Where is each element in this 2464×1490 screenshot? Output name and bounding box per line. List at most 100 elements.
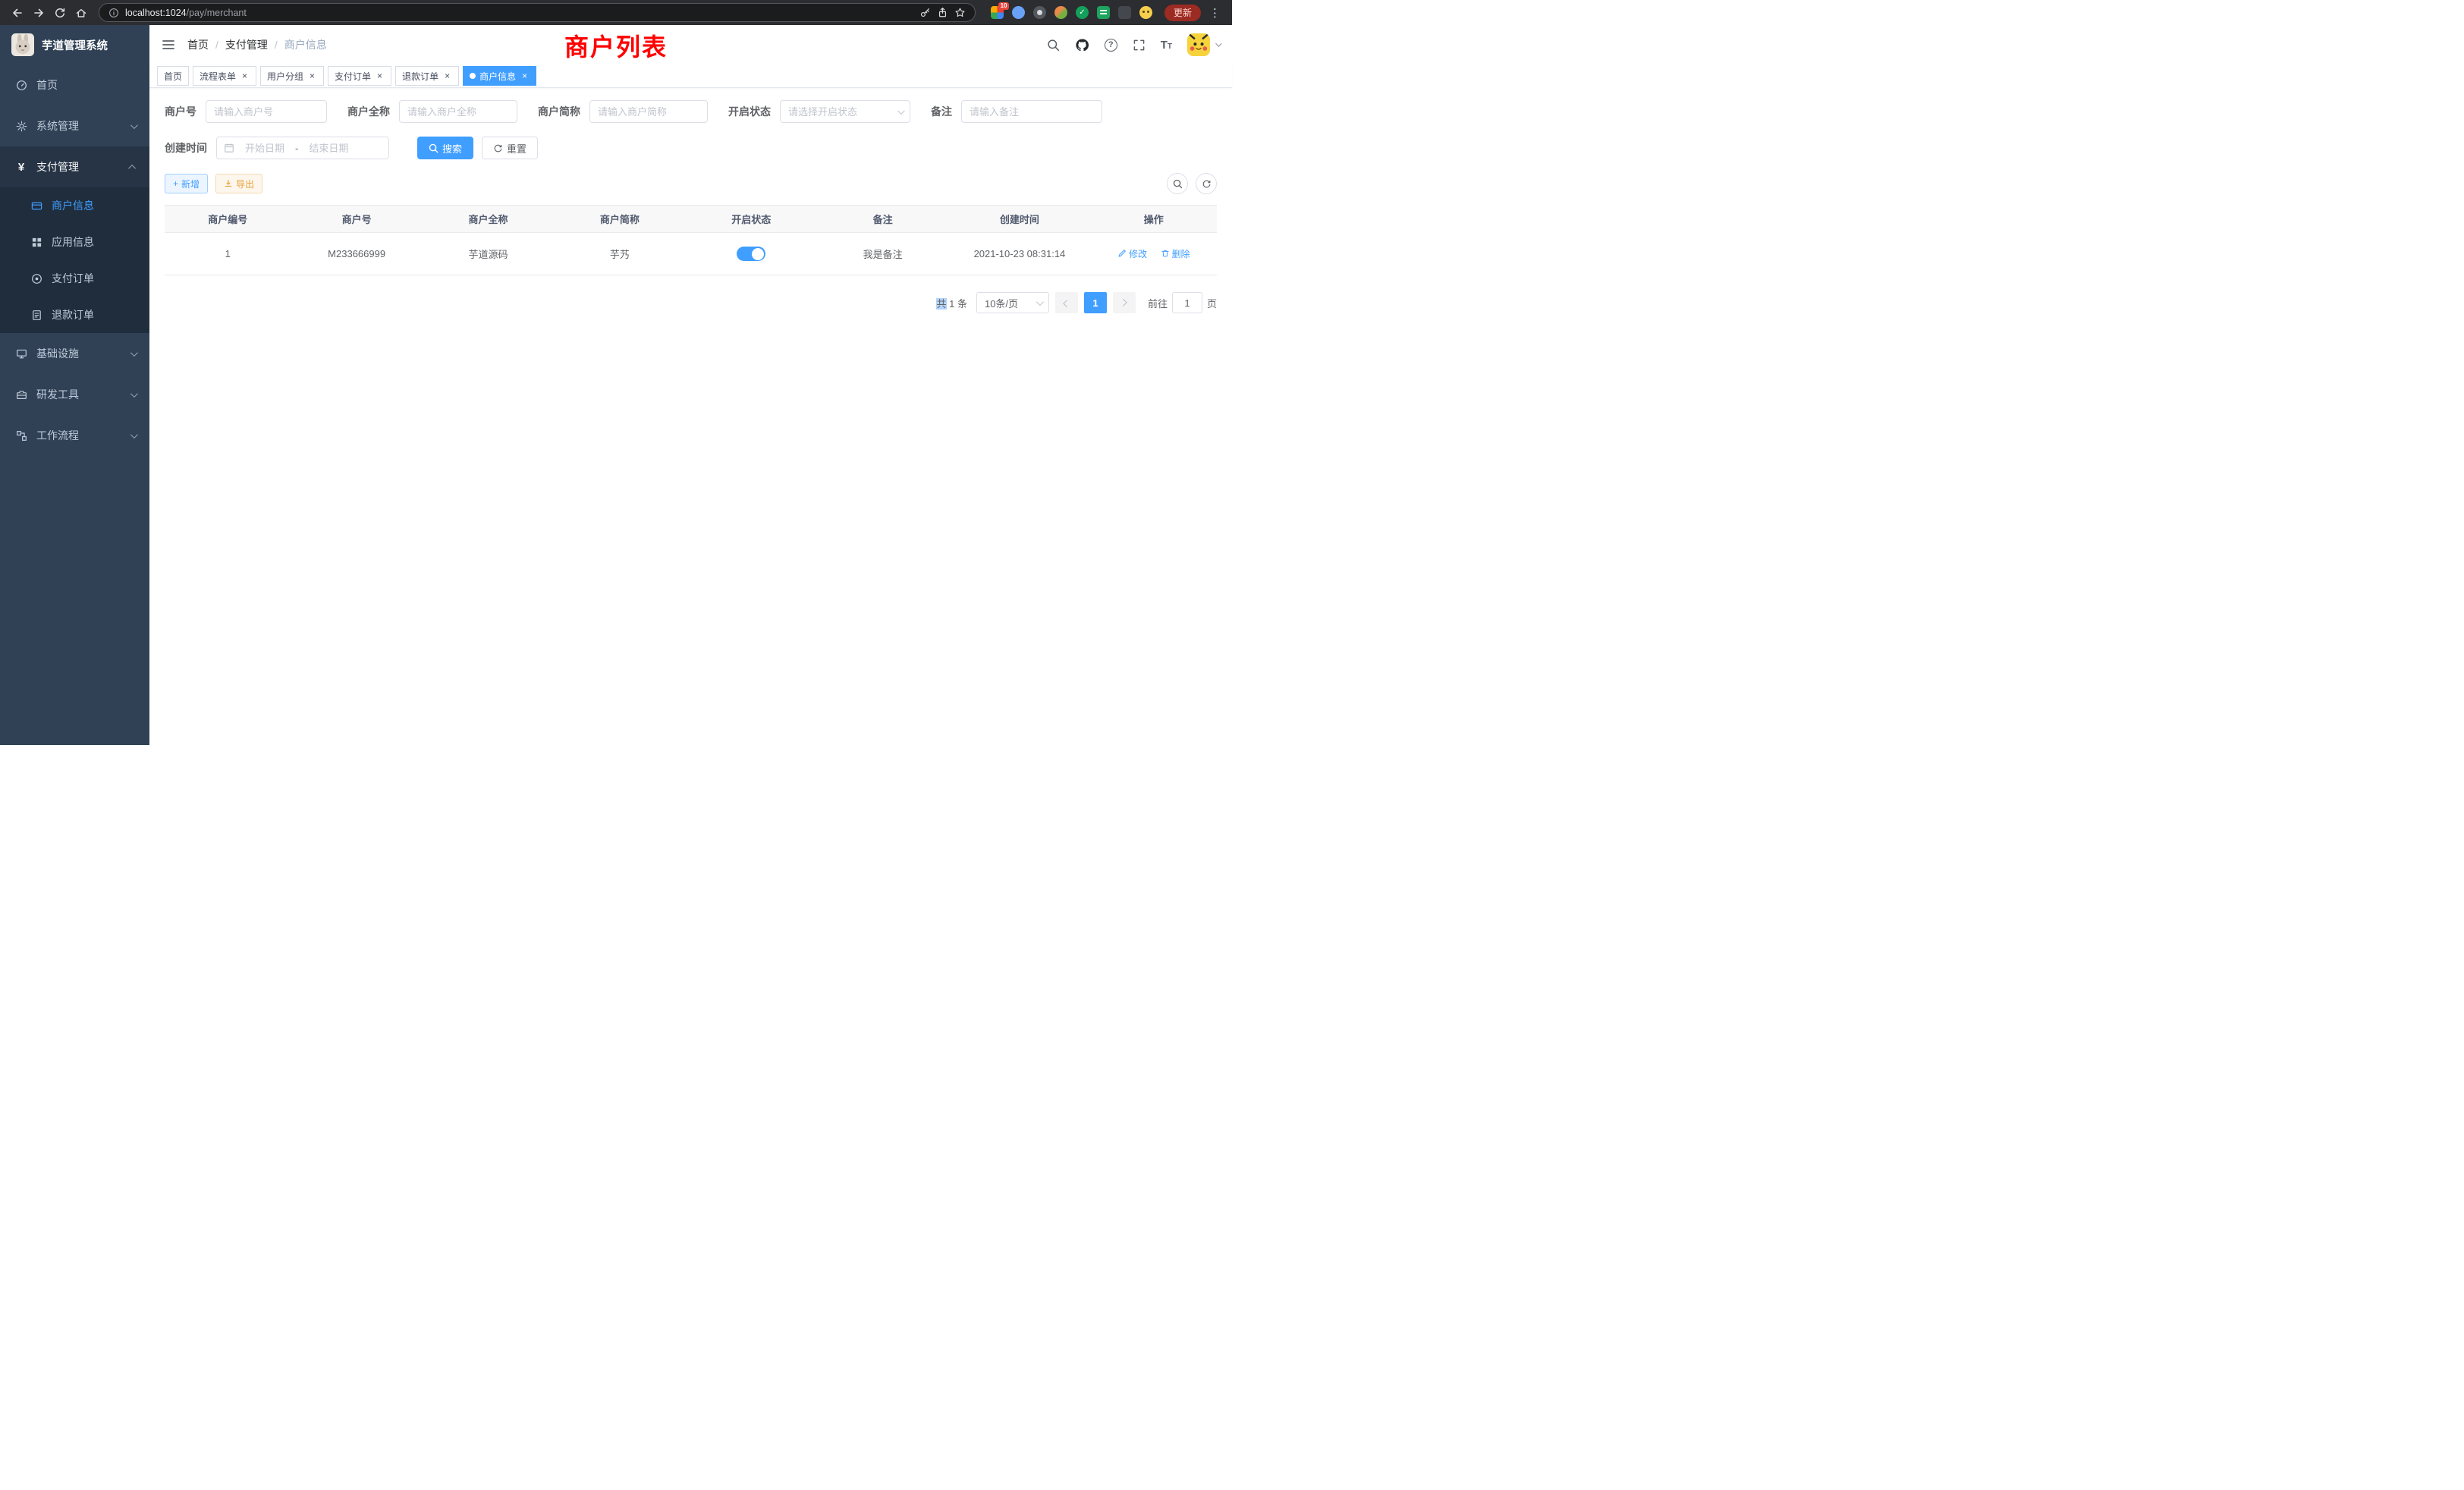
reset-button[interactable]: 重置 <box>482 137 538 159</box>
cell-status <box>686 233 817 275</box>
password-key-icon[interactable] <box>919 7 931 18</box>
remark-input[interactable] <box>961 100 1102 123</box>
cell-create-time: 2021-10-23 08:31:14 <box>948 233 1090 275</box>
user-menu[interactable] <box>1187 33 1220 56</box>
page-number-button[interactable]: 1 <box>1084 292 1107 313</box>
sidebar-item-infrastructure[interactable]: 基础设施 <box>0 333 149 374</box>
share-icon[interactable] <box>937 7 948 18</box>
pagination-total-prefix: 共 <box>936 298 946 310</box>
status-select[interactable] <box>780 100 910 123</box>
extension-check-icon[interactable] <box>1076 6 1089 19</box>
col-header: 商户编号 <box>165 206 291 233</box>
browser-back-button[interactable] <box>8 3 27 23</box>
field-label: 商户号 <box>165 104 196 119</box>
close-icon[interactable]: × <box>442 71 452 81</box>
merchant-name-input[interactable] <box>399 100 517 123</box>
tab-label: 流程表单 <box>200 70 236 83</box>
extension-emoji-icon[interactable] <box>1139 6 1152 19</box>
pencil-icon <box>1117 249 1127 258</box>
site-info-icon[interactable] <box>108 8 119 18</box>
breadcrumb-home[interactable]: 首页 <box>187 37 209 52</box>
search-button[interactable]: 搜索 <box>417 137 473 159</box>
sidebar-item-system[interactable]: 系统管理 <box>0 105 149 146</box>
github-icon[interactable] <box>1075 38 1089 52</box>
breadcrumb-current: 商户信息 <box>284 37 327 52</box>
header-search-icon[interactable] <box>1047 39 1060 52</box>
breadcrumb-separator: / <box>215 39 218 51</box>
next-page-button[interactable] <box>1113 292 1136 313</box>
prev-page-button[interactable] <box>1055 292 1078 313</box>
home-icon <box>75 7 87 19</box>
submenu-item-refund-order[interactable]: 退款订单 <box>0 297 149 333</box>
browser-reload-button[interactable] <box>50 3 70 23</box>
goto-page-input[interactable] <box>1172 292 1202 313</box>
submenu-item-label: 支付订单 <box>52 271 136 286</box>
tab-pay-order[interactable]: 支付订单× <box>328 66 391 86</box>
extension-puzzle-icon[interactable] <box>1118 6 1131 19</box>
merchant-short-name-input[interactable] <box>589 100 708 123</box>
tab-home[interactable]: 首页 <box>157 66 189 86</box>
browser-menu-icon[interactable]: ⋮ <box>1205 6 1224 20</box>
date-range-picker[interactable]: - <box>216 137 389 159</box>
browser-home-button[interactable] <box>71 3 91 23</box>
app-logo[interactable]: 芋道管理系统 <box>0 25 149 64</box>
start-date-input[interactable] <box>237 143 292 154</box>
end-date-input[interactable] <box>301 143 356 154</box>
delete-link[interactable]: 删除 <box>1161 247 1190 260</box>
tab-merchant-info[interactable]: 商户信息× <box>463 66 536 86</box>
submenu-item-pay-order[interactable]: 支付订单 <box>0 260 149 297</box>
submenu-item-merchant-info[interactable]: 商户信息 <box>0 187 149 224</box>
tab-refund-order[interactable]: 退款订单× <box>395 66 459 86</box>
refresh-table-button[interactable] <box>1196 173 1217 194</box>
close-icon[interactable]: × <box>307 71 317 81</box>
status-toggle[interactable] <box>737 247 765 261</box>
caret-down-icon <box>1215 40 1221 46</box>
collapse-sidebar-icon[interactable] <box>162 38 175 52</box>
extension-notes-icon[interactable] <box>1097 6 1110 19</box>
help-icon[interactable]: ? <box>1105 39 1117 52</box>
add-button[interactable]: + 新增 <box>165 174 208 193</box>
cell-short-name: 芋艿 <box>554 233 685 275</box>
extensions-area: 10 <box>991 6 1152 19</box>
cell-merchant-id: 1 <box>165 233 291 275</box>
page-content: 商户号 商户全称 商户简称 开启状态 <box>149 88 1232 745</box>
main-panel: 首页 / 支付管理 / 商户信息 ? <box>149 25 1232 745</box>
col-header: 创建时间 <box>948 206 1090 233</box>
col-header: 备注 <box>817 206 948 233</box>
chevron-down-icon <box>130 349 138 357</box>
extension-drop-icon[interactable] <box>1012 6 1025 19</box>
extension-dark-circle-icon[interactable] <box>1033 6 1046 19</box>
fullscreen-icon[interactable] <box>1133 39 1146 52</box>
goto-suffix: 页 <box>1207 296 1217 310</box>
sidebar-item-payment[interactable]: ¥ 支付管理 <box>0 146 149 187</box>
export-button[interactable]: 导出 <box>215 174 262 193</box>
sidebar-item-home[interactable]: 首页 <box>0 64 149 105</box>
breadcrumb-payment[interactable]: 支付管理 <box>225 37 268 52</box>
close-icon[interactable]: × <box>240 71 250 81</box>
submenu-item-app-info[interactable]: 应用信息 <box>0 224 149 260</box>
merchant-no-input[interactable] <box>206 100 327 123</box>
close-icon[interactable]: × <box>520 71 530 81</box>
edit-link[interactable]: 修改 <box>1117 247 1147 260</box>
tab-process-form[interactable]: 流程表单 × <box>193 66 256 86</box>
chevron-down-icon <box>130 390 138 398</box>
font-size-icon[interactable]: TT <box>1161 39 1172 52</box>
sidebar-item-workflow[interactable]: 工作流程 <box>0 415 149 456</box>
browser-forward-button[interactable] <box>29 3 49 23</box>
chrome-update-button[interactable]: 更新 <box>1164 5 1201 21</box>
close-icon[interactable]: × <box>375 71 385 81</box>
status-select-input[interactable] <box>780 100 910 123</box>
page-size-select[interactable]: 10条/页 <box>976 292 1049 313</box>
toggle-search-button[interactable] <box>1167 173 1188 194</box>
tab-user-group[interactable]: 用户分组× <box>260 66 324 86</box>
filter-merchant-no: 商户号 <box>165 100 327 123</box>
extension-grid-icon[interactable]: 10 <box>991 6 1004 19</box>
download-icon <box>224 179 233 188</box>
sidebar-item-label: 基础设施 <box>36 346 130 361</box>
bookmark-star-icon[interactable] <box>954 7 966 18</box>
col-header: 商户全称 <box>423 206 554 233</box>
search-icon <box>429 143 438 153</box>
sidebar-item-devtools[interactable]: 研发工具 <box>0 374 149 415</box>
url-bar[interactable]: localhost:1024/pay/merchant <box>99 3 976 22</box>
extension-avatar-icon[interactable] <box>1054 6 1067 19</box>
